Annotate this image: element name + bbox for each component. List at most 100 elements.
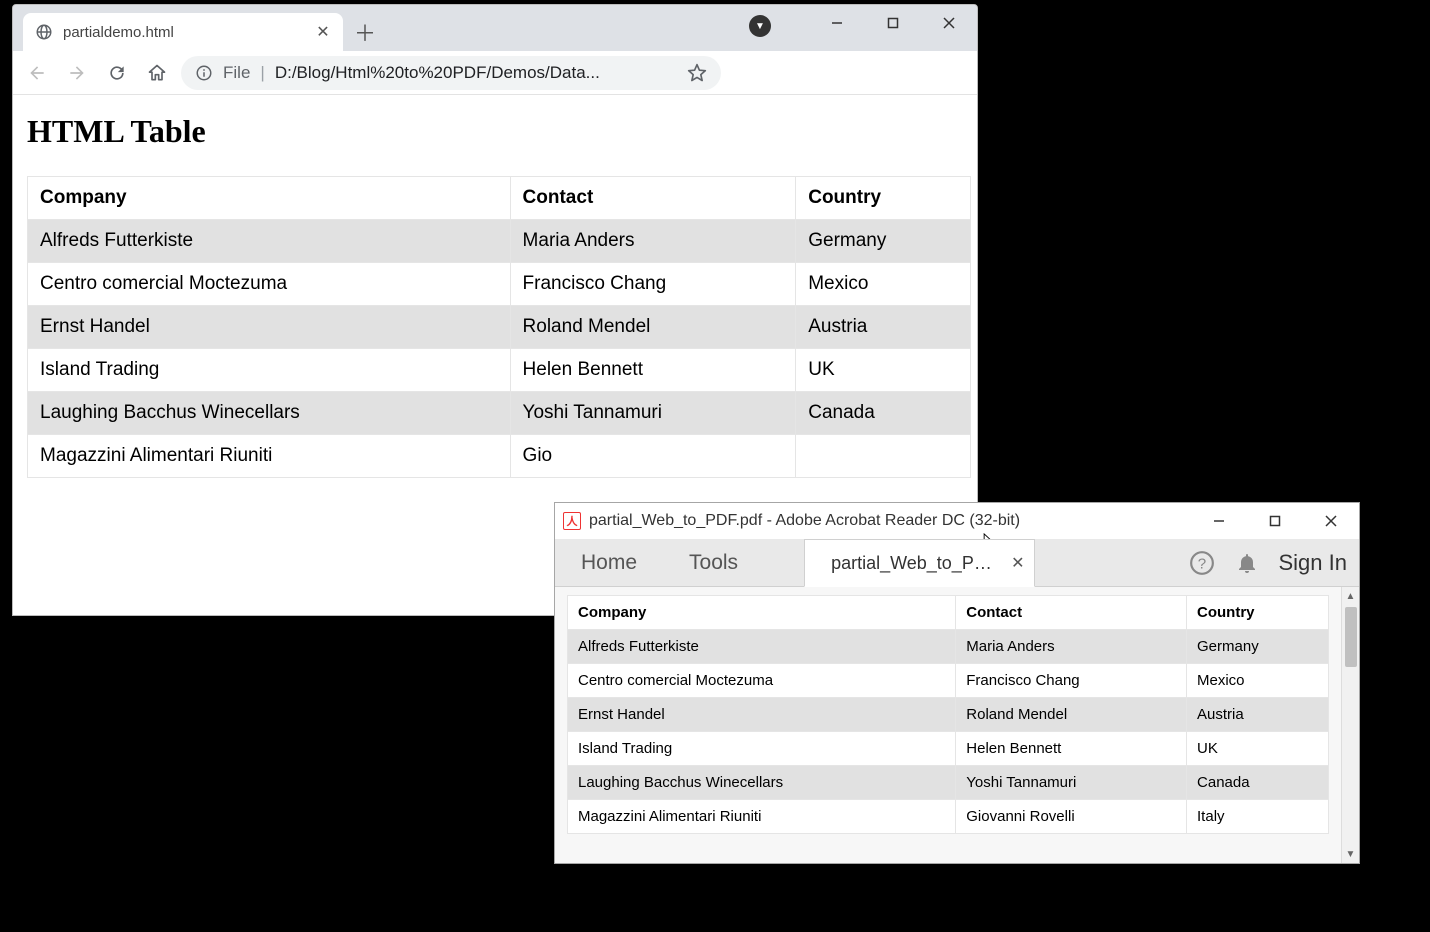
table-row: Alfreds Futterkiste Maria Anders Germany xyxy=(568,630,1329,664)
table-row: Island Trading Helen Bennett UK xyxy=(568,732,1329,766)
minimize-button[interactable] xyxy=(809,5,865,41)
scroll-up-icon[interactable]: ▲ xyxy=(1342,587,1359,605)
maximize-button[interactable] xyxy=(865,5,921,41)
cell-company: Ernst Handel xyxy=(28,306,511,349)
close-doc-icon[interactable]: ✕ xyxy=(1011,553,1024,573)
close-window-button[interactable] xyxy=(1303,503,1359,539)
page-content: HTML Table Company Contact Country Alfre… xyxy=(13,95,977,496)
cell-company: Centro comercial Moctezuma xyxy=(28,263,511,306)
acrobat-tools-tab[interactable]: Tools xyxy=(663,539,764,586)
cell-contact: Maria Anders xyxy=(510,220,796,263)
acrobat-document-tab[interactable]: partial_Web_to_PD... ✕ xyxy=(804,539,1035,587)
maximize-button[interactable] xyxy=(1247,503,1303,539)
cell-country: Austria xyxy=(796,306,971,349)
bell-icon[interactable] xyxy=(1235,551,1259,575)
acrobat-tabs: Home Tools partial_Web_to_PD... ✕ ? Sign… xyxy=(555,539,1359,587)
table-row: Island Trading Helen Bennett UK xyxy=(28,349,971,392)
scroll-down-icon[interactable]: ▼ xyxy=(1342,845,1359,863)
acrobat-window: 人 partial_Web_to_PDF.pdf - Adobe Acrobat… xyxy=(554,502,1360,864)
cell-company: Alfreds Futterkiste xyxy=(28,220,511,263)
acrobat-titlebar: 人 partial_Web_to_PDF.pdf - Adobe Acrobat… xyxy=(555,503,1359,539)
back-button[interactable] xyxy=(21,57,53,89)
table-row: Magazzini Alimentari Riuniti Giovanni Ro… xyxy=(568,800,1329,834)
table-row: Magazzini Alimentari Riuniti Gio xyxy=(28,435,971,478)
address-bar[interactable]: File | D:/Blog/Html%20to%20PDF/Demos/Dat… xyxy=(181,56,721,90)
cell-country: UK xyxy=(1187,732,1329,766)
tab-strip: partialdemo.html ✕ ＋ ▼ xyxy=(13,5,977,51)
col-company: Company xyxy=(568,596,956,630)
browser-tab[interactable]: partialdemo.html ✕ xyxy=(23,13,343,51)
cell-company: Island Trading xyxy=(28,349,511,392)
signin-link[interactable]: Sign In xyxy=(1279,550,1348,576)
cell-country: Canada xyxy=(1187,766,1329,800)
cell-contact: Yoshi Tannamuri xyxy=(510,392,796,435)
cell-country: Germany xyxy=(796,220,971,263)
forward-button[interactable] xyxy=(61,57,93,89)
cell-company: Island Trading xyxy=(568,732,956,766)
reload-button[interactable] xyxy=(101,57,133,89)
cell-company: Ernst Handel xyxy=(568,698,956,732)
browser-toolbar: File | D:/Blog/Html%20to%20PDF/Demos/Dat… xyxy=(13,51,977,95)
cell-contact: Helen Bennett xyxy=(956,732,1187,766)
page-heading: HTML Table xyxy=(27,113,963,150)
col-contact: Contact xyxy=(510,177,796,220)
html-table: Company Contact Country Alfreds Futterki… xyxy=(27,176,971,478)
cell-country: Mexico xyxy=(1187,664,1329,698)
tab-title: partialdemo.html xyxy=(63,24,305,41)
cell-contact: Yoshi Tannamuri xyxy=(956,766,1187,800)
close-window-button[interactable] xyxy=(921,5,977,41)
svg-text:?: ? xyxy=(1197,555,1205,572)
cell-country: Italy xyxy=(1187,800,1329,834)
pdf-document-view[interactable]: Company Contact Country Alfreds Futterki… xyxy=(555,587,1341,863)
window-controls xyxy=(809,5,977,41)
cell-company: Centro comercial Moctezuma xyxy=(568,664,956,698)
cell-country: UK xyxy=(796,349,971,392)
col-company: Company xyxy=(28,177,511,220)
acrobat-window-title: partial_Web_to_PDF.pdf - Adobe Acrobat R… xyxy=(589,512,1020,530)
cell-contact: Francisco Chang xyxy=(956,664,1187,698)
cell-contact: Helen Bennett xyxy=(510,349,796,392)
cell-country: Mexico xyxy=(796,263,971,306)
cell-country: Austria xyxy=(1187,698,1329,732)
table-row: Laughing Bacchus Winecellars Yoshi Tanna… xyxy=(568,766,1329,800)
cell-contact: Maria Anders xyxy=(956,630,1187,664)
acrobat-window-controls xyxy=(1191,503,1359,539)
url-separator: | xyxy=(260,63,264,83)
acrobat-home-tab[interactable]: Home xyxy=(555,539,663,586)
table-header-row: Company Contact Country xyxy=(568,596,1329,630)
table-row: Centro comercial Moctezuma Francisco Cha… xyxy=(568,664,1329,698)
table-row: Alfreds Futterkiste Maria Anders Germany xyxy=(28,220,971,263)
table-row: Ernst Handel Roland Mendel Austria xyxy=(28,306,971,349)
cell-country xyxy=(796,435,971,478)
help-icon[interactable]: ? xyxy=(1189,550,1215,576)
new-tab-button[interactable]: ＋ xyxy=(343,13,387,51)
cell-contact: Giovanni Rovelli xyxy=(956,800,1187,834)
bookmark-star-icon[interactable] xyxy=(687,63,707,83)
col-contact: Contact xyxy=(956,596,1187,630)
table-header-row: Company Contact Country xyxy=(28,177,971,220)
cell-company: Magazzini Alimentari Riuniti xyxy=(28,435,511,478)
col-country: Country xyxy=(796,177,971,220)
extension-dropdown-icon[interactable]: ▼ xyxy=(749,15,771,37)
scroll-thumb[interactable] xyxy=(1345,607,1357,667)
table-row: Ernst Handel Roland Mendel Austria xyxy=(568,698,1329,732)
table-row: Laughing Bacchus Winecellars Yoshi Tanna… xyxy=(28,392,971,435)
cell-contact: Francisco Chang xyxy=(510,263,796,306)
acrobat-body: Company Contact Country Alfreds Futterki… xyxy=(555,587,1359,863)
cell-company: Laughing Bacchus Winecellars xyxy=(28,392,511,435)
cell-company: Alfreds Futterkiste xyxy=(568,630,956,664)
vertical-scrollbar[interactable]: ▲ ▼ xyxy=(1341,587,1359,863)
cell-company: Magazzini Alimentari Riuniti xyxy=(568,800,956,834)
pdf-file-icon: 人 xyxy=(563,512,581,530)
info-icon xyxy=(195,64,213,82)
url-text: D:/Blog/Html%20to%20PDF/Demos/Data... xyxy=(275,63,677,83)
cell-contact: Roland Mendel xyxy=(956,698,1187,732)
col-country: Country xyxy=(1187,596,1329,630)
cell-company: Laughing Bacchus Winecellars xyxy=(568,766,956,800)
url-prefix: File xyxy=(223,63,250,83)
cell-contact: Roland Mendel xyxy=(510,306,796,349)
home-button[interactable] xyxy=(141,57,173,89)
table-row: Centro comercial Moctezuma Francisco Cha… xyxy=(28,263,971,306)
minimize-button[interactable] xyxy=(1191,503,1247,539)
close-tab-icon[interactable]: ✕ xyxy=(315,24,331,40)
